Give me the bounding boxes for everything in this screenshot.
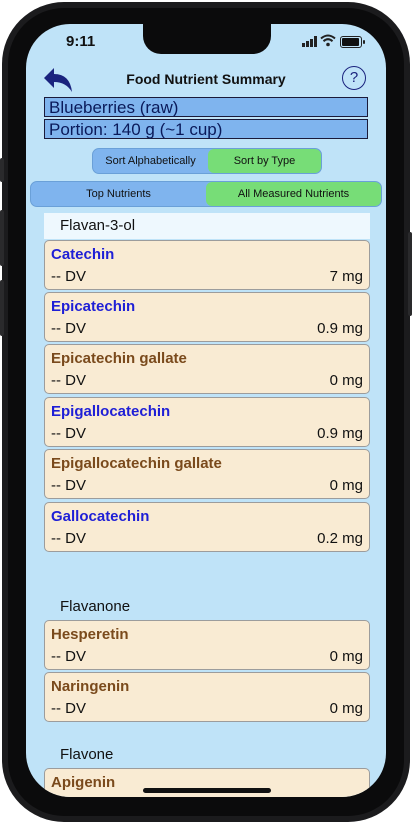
nutrient-row[interactable]: Naringenin -- DV 0 mg (44, 672, 370, 722)
nutrient-dv: -- DV (51, 477, 86, 494)
nutrient-dv: -- DV (51, 425, 86, 442)
page-title: Food Nutrient Summary (126, 71, 286, 87)
nutrient-row[interactable]: Epigallocatechin -- DV 0.9 mg (44, 397, 370, 447)
notch (143, 24, 271, 54)
nutrient-name: Epicatechin (51, 298, 136, 315)
sort-alphabetically-option[interactable]: Sort Alphabetically (93, 149, 208, 173)
nutrient-amount: 0 mg (329, 477, 363, 494)
nav-bar: Food Nutrient Summary ? (26, 64, 386, 96)
app-screen: 9:11 Food Nutrient Summary ? Blueberries… (26, 24, 386, 797)
nutrient-filter-segmented-control: Top Nutrients All Measured Nutrients (30, 181, 382, 207)
nutrient-amount: 0 mg (329, 372, 363, 389)
nutrient-amount: 0 mg (329, 648, 363, 665)
sort-by-type-option[interactable]: Sort by Type (208, 149, 321, 173)
volume-down-button (0, 280, 4, 336)
nutrient-name: Catechin (51, 246, 115, 263)
nutrient-row[interactable]: Catechin -- DV 7 mg (44, 240, 370, 290)
nutrient-row[interactable]: Epicatechin gallate -- DV 0 mg (44, 344, 370, 394)
nutrient-name: Apigenin (51, 774, 116, 791)
volume-up-button (0, 210, 4, 266)
home-indicator[interactable] (143, 788, 271, 793)
section-header: Flavanone (60, 598, 131, 615)
nutrient-row[interactable]: Gallocatechin -- DV 0.2 mg (44, 502, 370, 552)
wifi-icon (320, 34, 336, 47)
nutrient-name: Naringenin (51, 678, 130, 695)
help-button[interactable]: ? (342, 66, 366, 90)
nutrient-row[interactable]: Epigallocatechin gallate -- DV 0 mg (44, 449, 370, 499)
nutrient-name: Epigallocatechin gallate (51, 455, 222, 472)
nutrient-dv: -- DV (51, 648, 86, 665)
section-header: Flavan-3-ol (44, 213, 370, 239)
all-measured-nutrients-option[interactable]: All Measured Nutrients (206, 182, 381, 206)
nutrient-name: Hesperetin (51, 626, 129, 643)
nutrient-name: Epigallocatechin (51, 403, 171, 420)
nutrient-row[interactable]: Epicatechin -- DV 0.9 mg (44, 292, 370, 342)
section-header: Flavone (60, 746, 114, 763)
sort-segmented-control: Sort Alphabetically Sort by Type (92, 148, 322, 174)
status-time: 9:11 (66, 33, 96, 50)
nutrient-amount: 7 mg (329, 268, 363, 285)
nutrient-dv: -- DV (51, 530, 86, 547)
nutrient-amount: 0.9 mg (317, 425, 363, 442)
nutrient-dv: -- DV (51, 320, 86, 337)
nutrient-row[interactable]: Hesperetin -- DV 0 mg (44, 620, 370, 670)
cellular-signal-icon (302, 36, 317, 47)
power-button (408, 232, 412, 316)
portion-label: Portion: 140 g (~1 cup) (44, 119, 368, 139)
top-nutrients-option[interactable]: Top Nutrients (31, 182, 206, 206)
silent-switch (0, 158, 4, 182)
nutrient-dv: -- DV (51, 700, 86, 717)
nutrient-amount: 0.9 mg (317, 320, 363, 337)
battery-icon (340, 36, 365, 48)
nutrient-dv: -- DV (51, 268, 86, 285)
nutrient-name: Gallocatechin (51, 508, 150, 525)
nutrient-dv: -- DV (51, 372, 86, 389)
nutrient-amount: 0.2 mg (317, 530, 363, 547)
nutrient-name: Epicatechin gallate (51, 350, 187, 367)
food-name: Blueberries (raw) (44, 97, 368, 117)
nutrient-amount: 0 mg (329, 700, 363, 717)
